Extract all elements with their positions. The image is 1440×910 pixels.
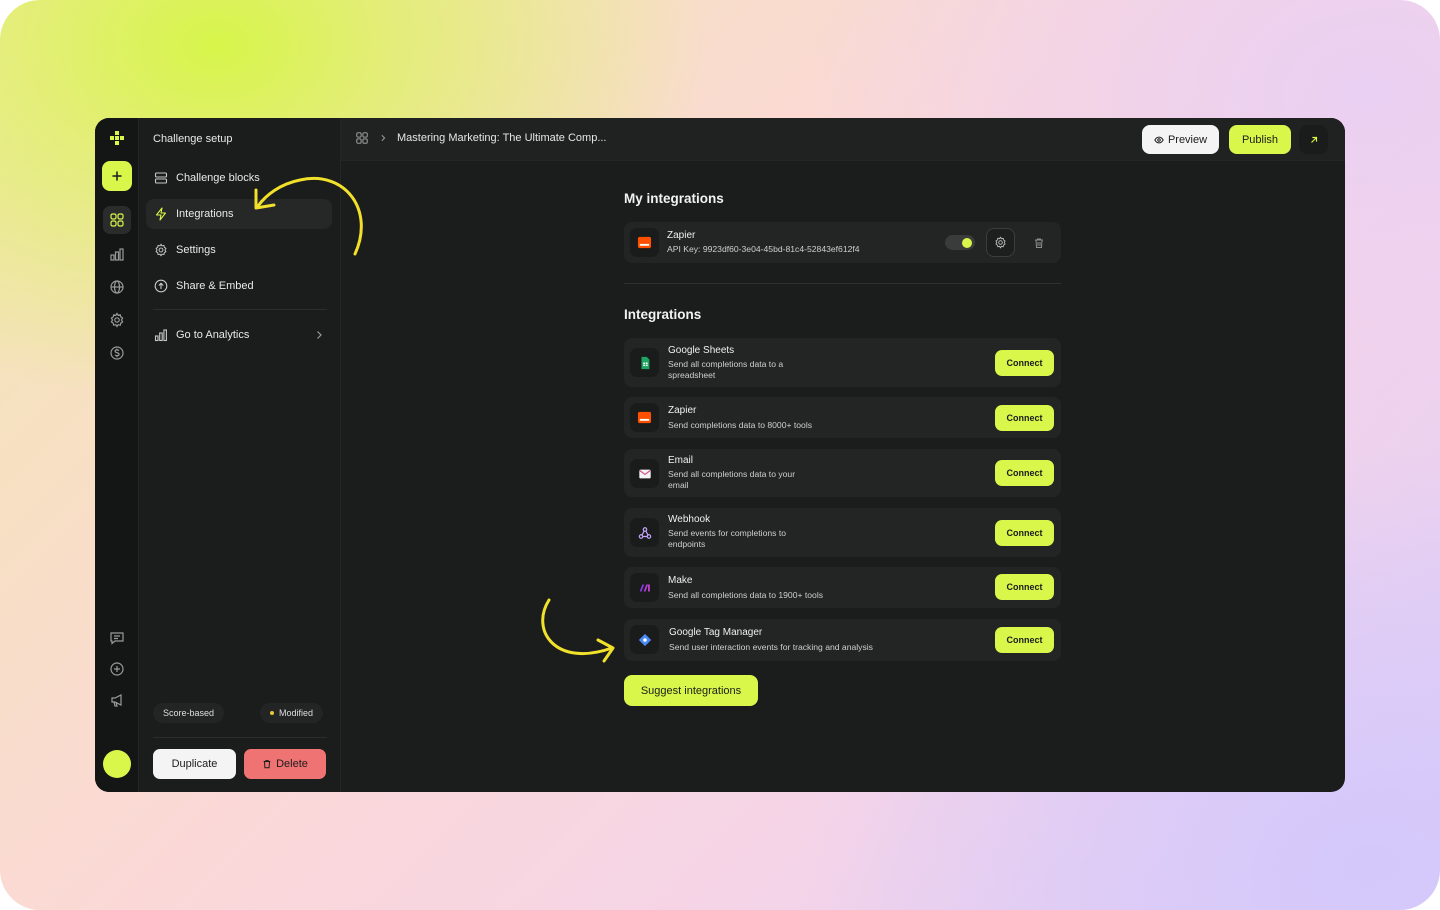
divider bbox=[153, 737, 327, 738]
blocks-icon bbox=[154, 172, 168, 184]
app-window: Challenge setup Challenge blocks Integra… bbox=[95, 118, 1345, 792]
sidebar-title: Challenge setup bbox=[153, 133, 233, 145]
sidebar-item-label: Challenge blocks bbox=[176, 172, 260, 184]
plus-circle-icon[interactable] bbox=[103, 655, 131, 683]
chevron-right-icon bbox=[381, 134, 386, 142]
gear-icon bbox=[995, 236, 1006, 249]
divider bbox=[624, 283, 1061, 284]
grid-icon[interactable] bbox=[355, 131, 369, 145]
trash-icon bbox=[1034, 238, 1043, 248]
sidebar-item-share-embed[interactable]: Share & Embed bbox=[146, 271, 332, 301]
sidebar-item-integrations[interactable]: Integrations bbox=[146, 199, 332, 229]
suggest-integrations-button[interactable]: Suggest integrations bbox=[624, 675, 758, 706]
my-integration-card: Zapier API Key: 9923df60-3e04-45bd-81c4-… bbox=[624, 222, 1061, 263]
connect-button[interactable]: Connect bbox=[995, 350, 1054, 376]
integration-card-zapier: Zapier Send completions data to 8000+ to… bbox=[624, 397, 1061, 438]
sidebar: Challenge setup Challenge blocks Integra… bbox=[139, 118, 341, 792]
enable-toggle[interactable] bbox=[945, 235, 975, 250]
add-button[interactable] bbox=[102, 161, 132, 191]
api-key: API Key: 9923df60-3e04-45bd-81c4-52843ef… bbox=[667, 244, 860, 254]
integration-desc: Send events for completions to endpoints bbox=[668, 528, 786, 549]
integration-name: Google Sheets bbox=[668, 345, 735, 356]
grid-nav-icon[interactable] bbox=[103, 206, 131, 234]
arrow-up-right-icon bbox=[1310, 136, 1317, 143]
integration-name: Webhook bbox=[668, 514, 711, 525]
sidebar-item-analytics[interactable]: Go to Analytics bbox=[146, 320, 332, 350]
dollar-icon[interactable] bbox=[103, 339, 131, 367]
zapier-icon bbox=[630, 228, 659, 257]
integrations-heading: Integrations bbox=[624, 307, 702, 322]
sidebar-item-settings[interactable]: Settings bbox=[146, 235, 332, 265]
open-external-button[interactable] bbox=[1299, 125, 1328, 154]
delete-integration-button[interactable] bbox=[1024, 228, 1053, 257]
gear-icon[interactable] bbox=[103, 306, 131, 334]
breadcrumb: Mastering Marketing: The Ultimate Comp..… bbox=[355, 131, 606, 145]
delete-button[interactable]: Delete bbox=[244, 749, 326, 779]
avatar[interactable] bbox=[103, 750, 131, 778]
integration-card-google-tag-manager: Google Tag Manager Send user interaction… bbox=[624, 619, 1061, 661]
connect-button[interactable]: Connect bbox=[995, 627, 1054, 653]
type-badge: Score-based bbox=[153, 703, 225, 723]
my-integrations-heading: My integrations bbox=[624, 191, 724, 206]
integration-name: Email bbox=[668, 455, 694, 466]
gear-icon bbox=[155, 243, 167, 257]
webhook-icon bbox=[630, 518, 659, 547]
envelope-icon bbox=[630, 459, 659, 488]
connect-button[interactable]: Connect bbox=[995, 520, 1054, 546]
breadcrumb-title[interactable]: Mastering Marketing: The Ultimate Comp..… bbox=[397, 132, 606, 144]
integration-card-make: Make Send all completions data to 1900+ … bbox=[624, 567, 1061, 608]
zapier-icon bbox=[630, 403, 659, 432]
integration-desc: Send completions data to 8000+ tools bbox=[668, 420, 813, 430]
integration-name: Zapier bbox=[667, 230, 696, 241]
sidebar-item-label: Integrations bbox=[176, 208, 234, 220]
integration-card-email: Email Send all completions data to your e… bbox=[624, 449, 1061, 497]
sidebar-item-label: Share & Embed bbox=[176, 280, 254, 292]
sidebar-item-label: Settings bbox=[176, 244, 216, 256]
logo-icon bbox=[103, 124, 131, 152]
sidebar-item-label: Go to Analytics bbox=[176, 329, 250, 341]
bar-chart-icon[interactable] bbox=[103, 240, 131, 268]
connect-button[interactable]: Connect bbox=[995, 574, 1054, 600]
connect-button[interactable]: Connect bbox=[995, 405, 1054, 431]
integration-settings-button[interactable] bbox=[986, 228, 1015, 257]
toggle-knob bbox=[962, 237, 972, 248]
upload-icon bbox=[154, 279, 168, 293]
status-badge: Modified bbox=[260, 703, 324, 723]
make-icon bbox=[630, 573, 659, 602]
preview-button[interactable]: Preview bbox=[1142, 125, 1219, 154]
icon-rail bbox=[95, 118, 139, 792]
integration-desc: Send all completions data to your email bbox=[668, 469, 796, 490]
integration-desc: Send all completions data to a spreadshee… bbox=[668, 359, 784, 380]
megaphone-icon[interactable] bbox=[103, 686, 131, 714]
status-dot-icon bbox=[270, 711, 274, 715]
google-tag-manager-icon bbox=[630, 625, 659, 654]
eye-icon bbox=[1154, 136, 1164, 143]
top-bar: Mastering Marketing: The Ultimate Comp..… bbox=[341, 118, 1345, 161]
integration-card-google-sheets: Google Sheets Send all completions data … bbox=[624, 338, 1061, 387]
divider bbox=[153, 309, 327, 310]
publish-button[interactable]: Publish bbox=[1229, 125, 1291, 154]
globe-icon[interactable] bbox=[103, 273, 131, 301]
integration-desc: Send all completions data to 1900+ tools bbox=[668, 590, 824, 600]
feedback-icon[interactable] bbox=[103, 624, 131, 652]
integration-name: Google Tag Manager bbox=[669, 627, 763, 638]
trash-icon bbox=[263, 760, 271, 769]
integration-desc: Send user interaction events for trackin… bbox=[669, 642, 873, 652]
google-sheets-icon bbox=[630, 348, 659, 377]
integration-name: Zapier bbox=[668, 405, 697, 416]
integration-name: Make bbox=[668, 575, 693, 586]
connect-button[interactable]: Connect bbox=[995, 460, 1054, 486]
bar-chart-icon bbox=[154, 329, 167, 342]
lightning-icon bbox=[155, 207, 167, 221]
integration-card-webhook: Webhook Send events for completions to en… bbox=[624, 508, 1061, 557]
duplicate-button[interactable]: Duplicate bbox=[153, 749, 236, 779]
chevron-right-icon bbox=[317, 331, 322, 339]
sidebar-item-challenge-blocks[interactable]: Challenge blocks bbox=[146, 163, 332, 193]
